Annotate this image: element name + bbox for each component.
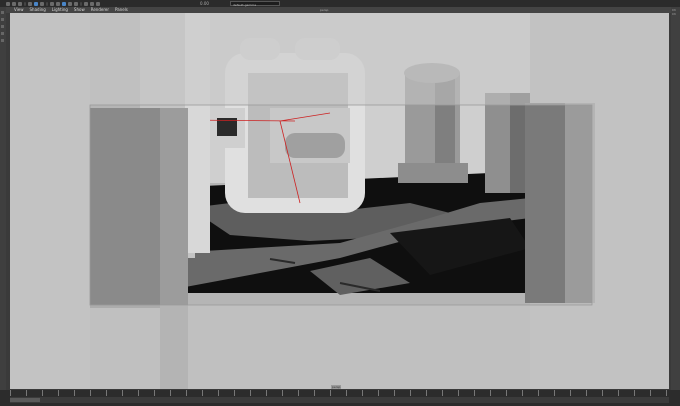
scale-icon[interactable] [28,2,32,6]
channel-box-label: Ch Ch [672,8,676,16]
camera-name-label: persp [331,385,342,389]
rotate-icon[interactable] [18,2,22,6]
range-slider-thumb[interactable] [10,398,40,402]
tool-icon[interactable] [1,11,4,14]
select-icon[interactable] [6,2,10,6]
toolbar-separator [46,2,48,6]
toolbar-separator [80,2,82,6]
grid-icon[interactable] [40,2,44,6]
isolate-icon[interactable] [90,2,94,6]
light-icon[interactable] [56,2,60,6]
3d-viewport[interactable] [10,13,669,389]
texture-icon[interactable] [68,2,72,6]
xray-icon[interactable] [84,2,88,6]
tool-strip [0,7,6,392]
camera-icon[interactable] [34,2,38,6]
timeline-ticks[interactable] [10,390,669,396]
tool-icon[interactable] [1,18,4,21]
channel-box-strip [671,7,680,392]
tool-icon[interactable] [1,25,4,28]
resolution-gate-icon[interactable] [96,2,100,6]
wireframe-icon[interactable] [62,2,66,6]
scene-render [10,13,669,389]
camera-field[interactable]: default-gamma [230,1,280,7]
range-slider[interactable] [10,397,669,403]
tool-icon[interactable] [1,39,4,42]
tool-icon[interactable] [1,32,4,35]
shadow-icon[interactable] [74,2,78,6]
coord-value[interactable]: 0.00 [200,1,209,6]
toolbar-separator [24,2,26,6]
move-icon[interactable] [12,2,16,6]
title-bar: 0.00 default-gamma [0,0,680,7]
shading-icon[interactable] [50,2,54,6]
